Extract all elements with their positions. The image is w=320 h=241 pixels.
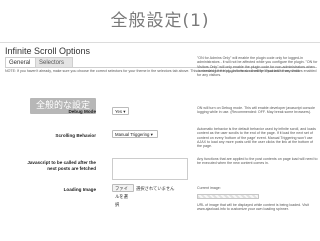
scrolling-behavior-value: Manual Triggering: [115, 132, 150, 137]
javascript-description: Any functions that are applied to the po…: [197, 157, 318, 166]
debug-mode-value: Yes: [115, 109, 123, 114]
current-image-label: Current image:: [197, 186, 221, 190]
debug-mode-description: ON will turn on Debug mode. This will en…: [197, 106, 315, 115]
scrolling-behavior-description: Automatic behavior is the default behavi…: [197, 127, 316, 149]
chevron-down-icon: ▾: [122, 109, 126, 114]
debug-mode-label: Debug Mode: [68, 109, 96, 114]
javascript-label-line2: next posts are fetched: [47, 165, 96, 171]
plugin-title: Infinite Scroll Options: [5, 46, 91, 56]
file-status-text: 選択されていません: [136, 186, 175, 191]
slide-title: 全般設定(1): [110, 11, 210, 31]
scrolling-behavior-label: Scrolling Behavior: [55, 133, 96, 138]
javascript-label: Javascript to be called after the next p…: [27, 160, 96, 171]
scrolling-behavior-select[interactable]: Manual Triggering ▾: [112, 130, 158, 138]
loading-image-url-note: URL of image that will be displayed whil…: [197, 203, 309, 212]
loading-image-label: Loading Image: [63, 187, 96, 192]
javascript-label-line1: Javascript to be called after the: [27, 160, 96, 165]
javascript-textarea[interactable]: [112, 158, 188, 180]
choose-file-button[interactable]: ファイルを選択: [112, 184, 134, 207]
admin-only-description: "ON for Admins Only" will enable the plu…: [197, 56, 318, 78]
debug-mode-select[interactable]: Yes ▾: [112, 107, 129, 115]
screenshot-panel: Infinite Scroll Options General Selector…: [0, 42, 320, 241]
loading-image-preview: [197, 194, 259, 199]
chevron-down-icon: ▾: [149, 132, 153, 137]
